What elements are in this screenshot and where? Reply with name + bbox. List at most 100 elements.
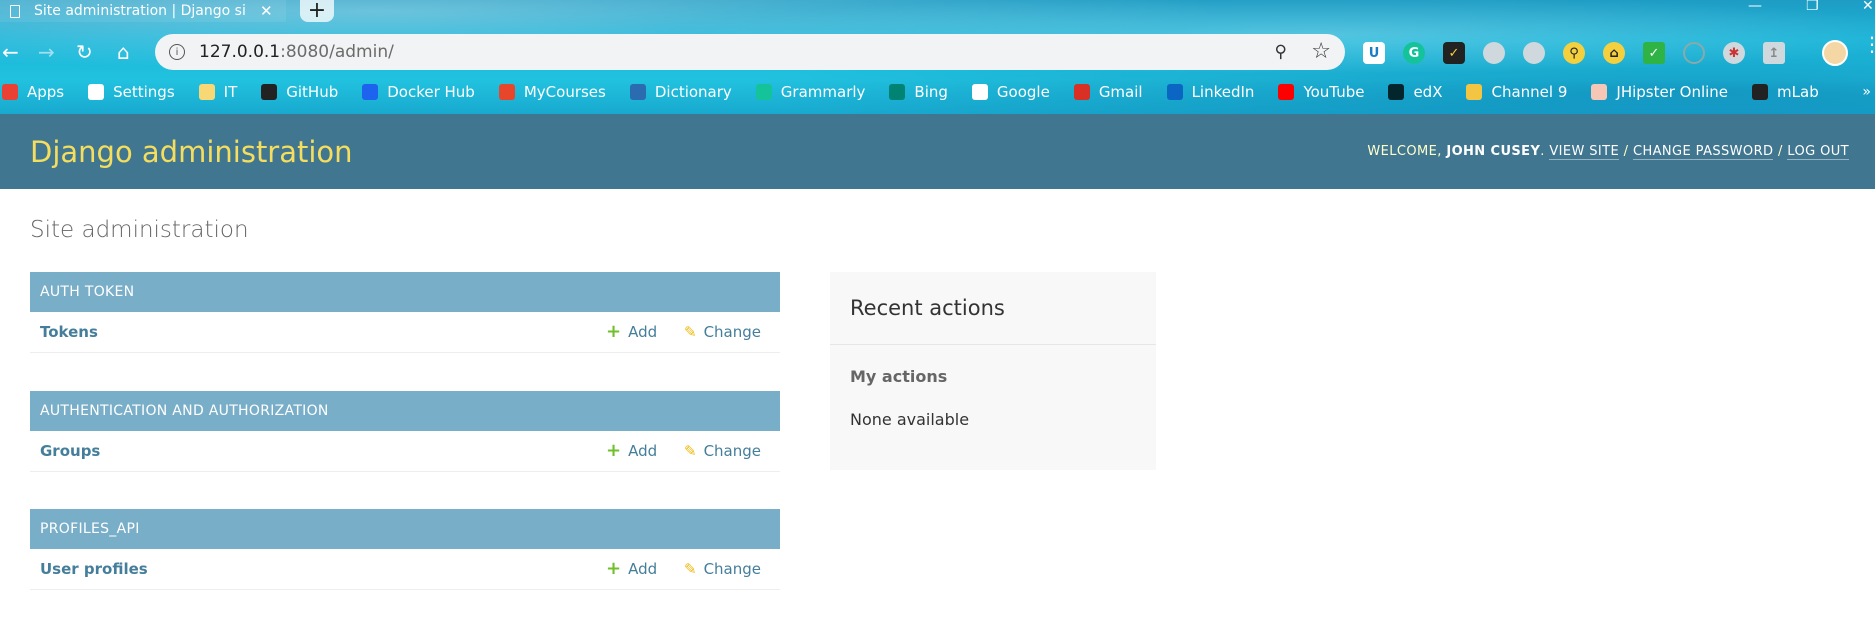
checkmark-extension-icon[interactable]: ✓ xyxy=(1443,42,1465,64)
bookmark-linkedin[interactable]: LinkedIn xyxy=(1166,83,1255,101)
model-row: Tokens + Add ✎ Change xyxy=(30,312,780,353)
gear-icon xyxy=(88,84,105,100)
bookmark-settings[interactable]: Settings xyxy=(88,83,175,101)
bookmark-edx[interactable]: edX xyxy=(1388,83,1442,101)
back-arrow-icon[interactable]: ← xyxy=(2,42,19,62)
bookmark-label: Google xyxy=(996,83,1050,101)
bookmark-grammarly[interactable]: Grammarly xyxy=(755,83,865,101)
bookmark-label: edX xyxy=(1413,83,1443,101)
bookmark-apps[interactable]: Apps xyxy=(2,83,64,101)
extension-circle-icon[interactable] xyxy=(1483,42,1505,64)
app-module: PROFILES_API User profiles + Add ✎ Change xyxy=(30,509,780,590)
profile-avatar[interactable] xyxy=(1822,40,1848,66)
browser-chrome: Site administration | Django site a ✕ + … xyxy=(0,0,1875,114)
change-link[interactable]: ✎ Change xyxy=(684,442,761,460)
google-icon xyxy=(971,84,988,100)
bookmarks-bar: Apps Settings IT GitHub Docker Hub MyCourses D… xyxy=(0,80,1875,104)
change-label: Change xyxy=(703,442,762,460)
page-title: Site administration xyxy=(30,217,249,243)
admin-header: Django administration WELCOME, JOHN CUSE… xyxy=(0,114,1875,189)
bookmark-label: Channel 9 xyxy=(1491,83,1568,101)
new-tab-button[interactable]: + xyxy=(300,0,334,22)
apps-grid-icon xyxy=(2,84,18,100)
channel9-icon xyxy=(1466,84,1483,100)
log-out-link[interactable]: LOG OUT xyxy=(1787,144,1849,160)
recent-actions-title: Recent actions xyxy=(850,296,1005,320)
bookmark-label: Apps xyxy=(27,83,65,101)
add-icon: + xyxy=(606,321,622,342)
extension-headphones-icon[interactable] xyxy=(1683,42,1705,64)
docker-icon xyxy=(362,84,379,100)
change-link[interactable]: ✎ Change xyxy=(684,560,761,578)
tab-title: Site administration | Django site a xyxy=(34,3,246,19)
grammarly-extension-icon[interactable]: G xyxy=(1403,42,1425,64)
add-icon: + xyxy=(606,440,622,461)
model-link[interactable]: Groups xyxy=(40,442,100,460)
bookmark-it[interactable]: IT xyxy=(198,83,238,101)
info-icon[interactable]: i xyxy=(169,44,185,60)
bookmark-bing[interactable]: Bing xyxy=(889,83,948,101)
bookmark-docker-hub[interactable]: Docker Hub xyxy=(362,83,475,101)
module-caption[interactable]: AUTHENTICATION AND AUTHORIZATION xyxy=(30,391,780,431)
bookmark-dictionary[interactable]: Dictionary xyxy=(629,83,732,101)
module-caption[interactable]: PROFILES_API xyxy=(30,509,780,549)
tab-close-icon[interactable]: ✕ xyxy=(260,2,273,20)
minimize-button[interactable]: — xyxy=(1748,0,1762,16)
bookmark-star-icon[interactable]: ☆ xyxy=(1311,39,1331,64)
bookmarks-overflow-icon[interactable]: » xyxy=(1862,84,1871,100)
close-window-button[interactable]: ✕ xyxy=(1862,0,1874,16)
url-text[interactable]: 127.0.0.1:8080/admin/ xyxy=(199,42,394,62)
bookmark-mlab[interactable]: mLab xyxy=(1752,83,1819,101)
bookmark-gmail[interactable]: Gmail xyxy=(1073,83,1143,101)
bookmark-github[interactable]: GitHub xyxy=(261,83,338,101)
address-bar[interactable]: i 127.0.0.1:8080/admin/ ⚲ ☆ xyxy=(155,34,1345,70)
bookmark-mycourses[interactable]: MyCourses xyxy=(498,83,606,101)
key-icon[interactable]: ⚲ xyxy=(1275,42,1287,62)
bookmark-jhipster-online[interactable]: JHipster Online xyxy=(1591,83,1728,101)
model-link[interactable]: Tokens xyxy=(40,323,98,341)
add-link[interactable]: + Add xyxy=(606,440,657,461)
module-caption[interactable]: AUTH TOKEN xyxy=(30,272,780,312)
model-link[interactable]: User profiles xyxy=(40,560,148,578)
extension-u-icon[interactable]: U xyxy=(1363,42,1385,64)
mycourses-icon xyxy=(498,84,515,100)
home-icon[interactable]: ⌂ xyxy=(117,42,130,62)
bookmark-label: Bing xyxy=(914,83,948,101)
home-extension-icon[interactable]: ⌂ xyxy=(1603,42,1625,64)
user-tools: WELCOME, JOHN CUSEY. VIEW SITE / CHANGE … xyxy=(1367,144,1849,160)
bookmark-label: YouTube xyxy=(1303,83,1365,101)
pdf-extension-icon[interactable]: ↥ xyxy=(1763,42,1785,64)
mlab-icon xyxy=(1752,84,1769,100)
restore-button[interactable]: ❐ xyxy=(1806,0,1819,16)
bookmark-youtube[interactable]: YouTube xyxy=(1278,83,1364,101)
youtube-icon xyxy=(1278,84,1295,100)
bookmark-label: mLab xyxy=(1777,83,1819,101)
bookmark-label: IT xyxy=(223,83,238,101)
bookmark-label: JHipster Online xyxy=(1616,83,1729,101)
bookmark-google[interactable]: Google xyxy=(971,83,1050,101)
bookmark-channel-9[interactable]: Channel 9 xyxy=(1466,83,1567,101)
add-label: Add xyxy=(628,560,658,578)
change-password-link[interactable]: CHANGE PASSWORD xyxy=(1632,144,1774,160)
url-path: :8080/admin/ xyxy=(280,42,394,62)
menu-dots-icon[interactable]: ⋮ xyxy=(1862,34,1875,54)
username: JOHN CUSEY xyxy=(1446,144,1541,159)
site-branding[interactable]: Django administration xyxy=(30,135,353,169)
edx-icon xyxy=(1388,84,1405,100)
bookmark-label: LinkedIn xyxy=(1191,83,1255,101)
bookmark-label: Dictionary xyxy=(654,83,732,101)
add-link[interactable]: + Add xyxy=(606,321,657,342)
extension-gear-icon[interactable]: ✱ xyxy=(1723,42,1745,64)
search-extension-icon[interactable]: ⚲ xyxy=(1563,42,1585,64)
forward-arrow-icon[interactable]: → xyxy=(38,42,55,62)
no-actions-text: None available xyxy=(850,410,970,429)
browser-tab[interactable]: Site administration | Django site a ✕ xyxy=(0,0,286,22)
change-link[interactable]: ✎ Change xyxy=(684,323,761,341)
reload-icon[interactable]: ↻ xyxy=(76,42,93,62)
check-extension-icon[interactable]: ✓ xyxy=(1643,42,1665,64)
view-site-link[interactable]: VIEW SITE xyxy=(1549,144,1620,160)
add-link[interactable]: + Add xyxy=(606,560,658,579)
extension-circle-icon[interactable] xyxy=(1523,42,1545,64)
jhipster-icon xyxy=(1591,84,1608,100)
separator: / xyxy=(1773,144,1788,159)
